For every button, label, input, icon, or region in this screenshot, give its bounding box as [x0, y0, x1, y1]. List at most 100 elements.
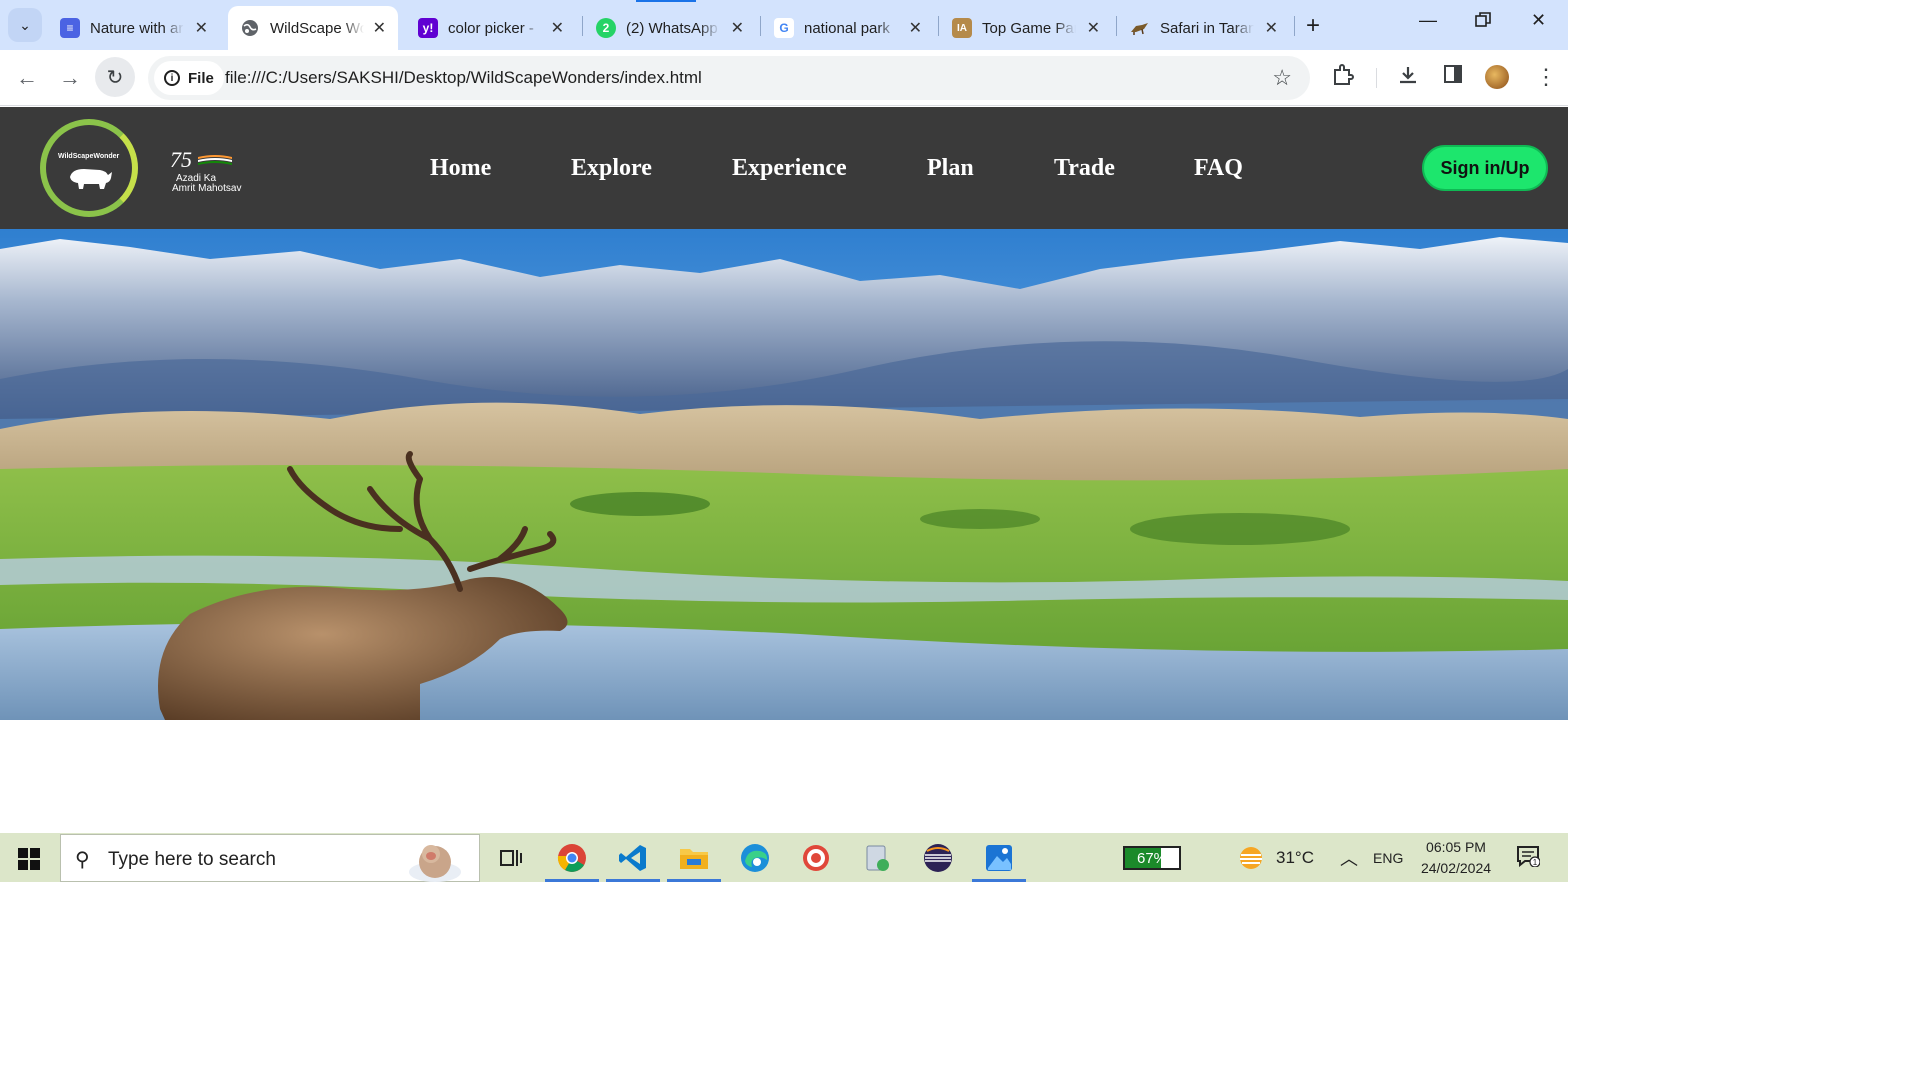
clock-time: 06:05 PM: [1426, 839, 1486, 855]
nav-explore[interactable]: Explore: [571, 155, 652, 182]
search-placeholder: Type here to search: [108, 849, 276, 870]
info-icon: i: [164, 70, 180, 86]
nav-experience[interactable]: Experience: [732, 155, 847, 182]
tab-search-button[interactable]: ⌄: [8, 8, 42, 42]
tab-nature[interactable]: ≡ Nature with ar ✕: [48, 6, 220, 50]
extensions-icon[interactable]: [1332, 64, 1354, 92]
taskbar-search[interactable]: ⚲ Type here to search: [60, 834, 480, 882]
site-header: WildScapeWonder 75 Azadi Ka Amrit Mahots…: [0, 107, 1568, 229]
weather-haze-icon[interactable]: [1238, 845, 1264, 871]
safari-icon: [1130, 18, 1150, 38]
notification-count: 1: [1533, 858, 1538, 867]
loading-indicator: [636, 0, 696, 2]
battery-indicator[interactable]: 67%: [1123, 846, 1181, 870]
tab-separator: [760, 16, 761, 36]
edge-icon[interactable]: [726, 833, 784, 882]
back-arrow-icon[interactable]: ←: [13, 64, 41, 92]
forward-arrow-icon[interactable]: →: [56, 64, 84, 92]
nav-trade[interactable]: Trade: [1054, 155, 1115, 182]
close-window-icon[interactable]: ✕: [1531, 10, 1546, 31]
rhino-icon: [70, 169, 112, 189]
url-text[interactable]: file:///C:/Users/SAKSHI/Desktop/WildScap…: [225, 68, 702, 88]
new-tab-button[interactable]: +: [1306, 12, 1320, 40]
sign-in-button[interactable]: Sign in/Up: [1422, 145, 1548, 191]
tab-separator: [582, 16, 583, 36]
temperature[interactable]: 31°C: [1276, 848, 1314, 868]
restore-icon[interactable]: [1475, 12, 1491, 33]
bookmark-star-icon[interactable]: ☆: [1272, 65, 1292, 91]
clock-date: 24/02/2024: [1420, 860, 1492, 876]
chevron-down-icon: ⌄: [19, 16, 31, 33]
clock[interactable]: 06:05 PM 24/02/2024: [1414, 837, 1498, 879]
tab-safari[interactable]: Safari in Taran ✕: [1118, 6, 1290, 50]
tab-title: Nature with ar: [90, 19, 184, 37]
close-icon[interactable]: ✕: [1087, 18, 1100, 38]
forms-icon: ≡: [60, 18, 80, 38]
tricolor-icon: [198, 155, 232, 165]
tab-wildscape[interactable]: WildScape Wo ✕: [228, 6, 398, 50]
page-body: [0, 720, 1568, 833]
site-info-chip[interactable]: i File: [154, 61, 224, 95]
windows-taskbar: ⚲ Type here to search 67% 31°C ︿ ENG 06:…: [0, 833, 1568, 882]
input-language[interactable]: ENG: [1373, 850, 1403, 866]
notepad-app-icon[interactable]: [848, 833, 906, 882]
azadi-line-2: Amrit Mahotsav: [172, 183, 242, 194]
battery-percent: 67%: [1136, 850, 1168, 867]
close-icon[interactable]: ✕: [373, 18, 386, 38]
security-label: File: [188, 69, 214, 87]
nav-plan[interactable]: Plan: [927, 155, 974, 182]
file-explorer-icon[interactable]: [665, 833, 723, 882]
address-bar[interactable]: i File file:///C:/Users/SAKSHI/Desktop/W…: [148, 56, 1310, 100]
snow-monkey-icon: [409, 845, 461, 882]
more-menu-icon[interactable]: ⋮: [1535, 64, 1557, 90]
minimize-icon[interactable]: —: [1419, 10, 1437, 31]
globe-icon: [240, 18, 260, 38]
tab-title: WildScape Wo: [270, 19, 364, 37]
tab-separator: [1116, 16, 1117, 36]
notification-icon[interactable]: 1: [1516, 845, 1540, 867]
profile-avatar[interactable]: [1485, 65, 1509, 89]
azadi-ka-amrit-mahotsav-logo: 75 Azadi Ka Amrit Mahotsav: [170, 147, 250, 197]
side-panel-icon[interactable]: [1443, 64, 1463, 90]
azadi-number: 75: [170, 147, 192, 172]
download-icon[interactable]: [1397, 64, 1419, 92]
close-icon[interactable]: ✕: [909, 18, 922, 38]
close-icon[interactable]: ✕: [731, 18, 744, 38]
target-app-icon[interactable]: [787, 833, 845, 882]
eclipse-icon[interactable]: [909, 833, 967, 882]
tab-national-park[interactable]: G national park ✕: [762, 6, 934, 50]
ia-icon: IA: [952, 18, 972, 38]
logo-text: WildScapeWonder: [58, 153, 120, 160]
close-icon[interactable]: ✕: [551, 18, 564, 38]
chevron-up-icon[interactable]: ︿: [1340, 845, 1358, 871]
tab-separator: [1294, 16, 1295, 36]
close-icon[interactable]: ✕: [195, 18, 208, 38]
google-icon: G: [774, 18, 794, 38]
browser-toolbar: ← → ↻ i File file:///C:/Users/SAKSHI/Des…: [0, 50, 1568, 106]
photos-icon[interactable]: [970, 833, 1028, 882]
landscape-with-elk-illustration: [0, 229, 1568, 720]
tab-whatsapp[interactable]: 2 (2) WhatsApp ✕: [584, 6, 756, 50]
hero-image: [0, 229, 1568, 720]
task-view-icon[interactable]: [482, 833, 540, 882]
tab-title: Top Game Par: [982, 19, 1076, 37]
yahoo-icon: y!: [418, 18, 438, 38]
reload-icon[interactable]: ↻: [95, 57, 135, 97]
tab-title: color picker -: [448, 19, 534, 37]
nav-faq[interactable]: FAQ: [1194, 155, 1243, 182]
tab-top-game-parks[interactable]: IA Top Game Par ✕: [940, 6, 1112, 50]
tab-strip: ⌄ ≡ Nature with ar ✕ WildScape Wo ✕ y! c…: [0, 0, 1568, 50]
windows-start-icon[interactable]: [18, 848, 40, 870]
wildscape-logo[interactable]: WildScapeWonder: [40, 119, 138, 217]
search-icon: ⚲: [75, 849, 90, 871]
nav-home[interactable]: Home: [430, 155, 491, 182]
chrome-icon[interactable]: [543, 833, 601, 882]
close-icon[interactable]: ✕: [1265, 18, 1278, 38]
tab-separator: [938, 16, 939, 36]
vscode-icon[interactable]: [604, 833, 662, 882]
whatsapp-icon: 2: [596, 18, 616, 38]
tab-color-picker[interactable]: y! color picker - ✕: [406, 6, 576, 50]
tab-title: Safari in Taran: [1160, 19, 1254, 37]
toolbar-divider: [1376, 68, 1377, 88]
tab-title: national park: [804, 19, 890, 37]
